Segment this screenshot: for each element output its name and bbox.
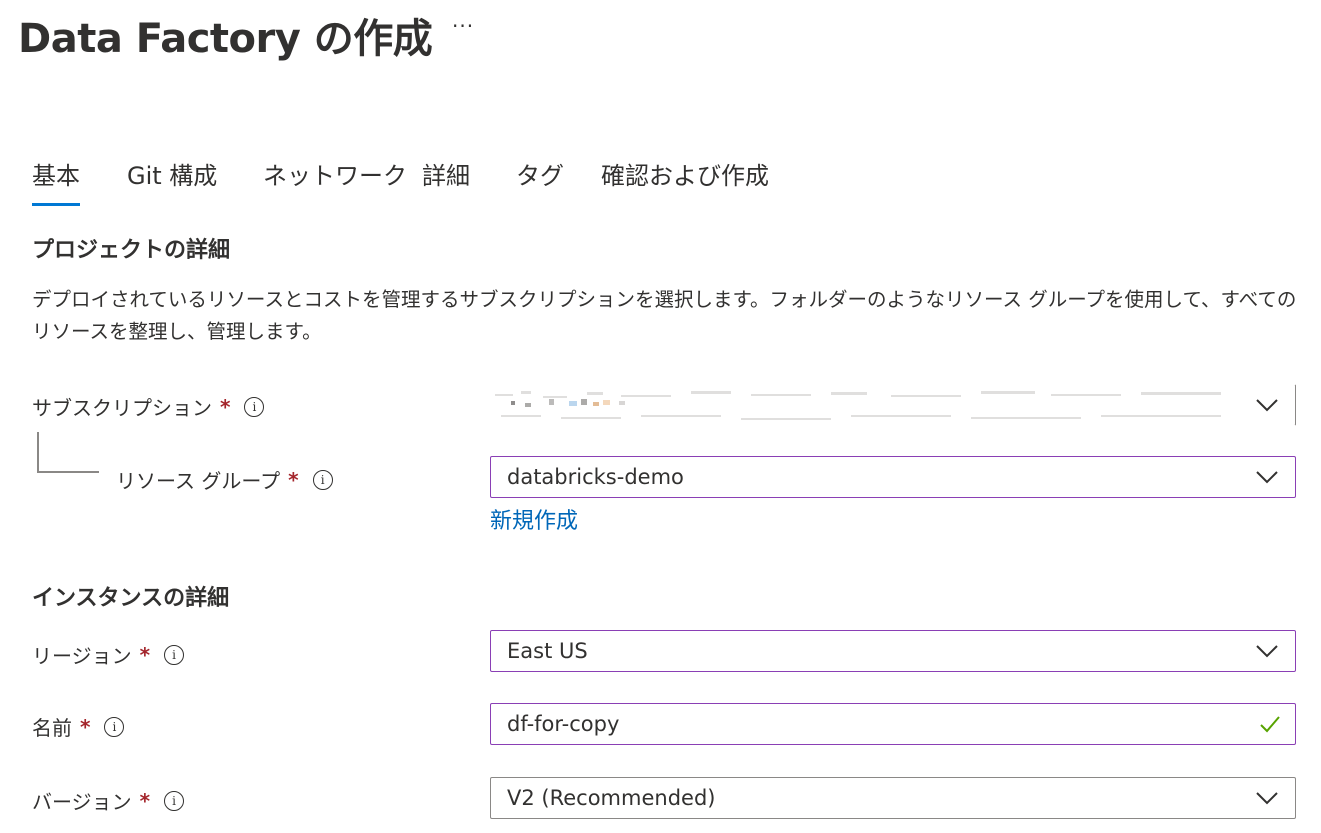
version-label-row: バージョン * i <box>32 786 185 815</box>
info-icon[interactable]: i <box>164 644 185 665</box>
tree-connector <box>37 471 99 473</box>
required-marker: * <box>139 788 151 813</box>
tab-networking[interactable]: ネットワーク <box>263 156 407 204</box>
region-value: East US <box>507 639 588 663</box>
tab-basics[interactable]: 基本 <box>32 156 80 206</box>
chevron-down-icon <box>1256 399 1278 412</box>
resource-group-label: リソース グループ <box>116 469 281 493</box>
tab-advanced[interactable]: 詳細 <box>422 156 470 204</box>
name-label: 名前 <box>32 716 72 740</box>
more-icon[interactable]: ··· <box>452 14 474 38</box>
name-value: df-for-copy <box>507 712 620 736</box>
tab-review-create[interactable]: 確認および作成 <box>601 156 769 204</box>
tree-connector <box>37 432 39 472</box>
region-dropdown[interactable]: East US <box>490 630 1296 672</box>
subscription-redacted-value <box>491 385 1251 425</box>
resource-group-value: databricks-demo <box>507 465 684 489</box>
required-marker: * <box>139 642 151 667</box>
subscription-label: サブスクリプション <box>32 396 212 420</box>
resource-group-dropdown[interactable]: databricks-demo <box>490 456 1296 498</box>
chevron-down-icon <box>1256 645 1278 658</box>
required-marker: * <box>80 714 91 739</box>
chevron-down-icon <box>1256 792 1278 805</box>
region-label-row: リージョン * i <box>32 640 185 669</box>
info-icon[interactable]: i <box>244 396 265 417</box>
info-icon[interactable]: i <box>104 716 125 737</box>
tab-tags[interactable]: タグ <box>516 156 564 204</box>
page-title: Data Factory の作成 <box>18 16 433 62</box>
required-marker: * <box>288 467 299 492</box>
chevron-down-icon <box>1256 471 1278 484</box>
resource-group-label-row: リソース グループ * i <box>116 465 333 494</box>
instance-details-heading: インスタンスの詳細 <box>32 586 230 611</box>
name-label-row: 名前 * i <box>32 712 125 741</box>
version-label: バージョン <box>32 790 132 814</box>
project-details-heading: プロジェクトの詳細 <box>32 238 231 263</box>
version-dropdown[interactable]: V2 (Recommended) <box>490 777 1296 819</box>
region-label: リージョン <box>32 644 132 668</box>
version-value: V2 (Recommended) <box>507 786 716 810</box>
info-icon[interactable]: i <box>312 469 333 490</box>
subscription-label-row: サブスクリプション * i <box>32 392 265 421</box>
info-icon[interactable]: i <box>164 790 185 811</box>
subscription-dropdown[interactable] <box>490 384 1296 426</box>
required-marker: * <box>220 394 231 419</box>
name-input[interactable]: df-for-copy <box>490 703 1296 745</box>
tab-git-configuration[interactable]: Git 構成 <box>127 156 217 204</box>
project-details-description: デプロイされているリソースとコストを管理するサブスクリプションを選択します。フォ… <box>32 288 1297 343</box>
checkmark-icon <box>1260 716 1280 733</box>
create-new-resource-group-link[interactable]: 新規作成 <box>490 503 578 535</box>
